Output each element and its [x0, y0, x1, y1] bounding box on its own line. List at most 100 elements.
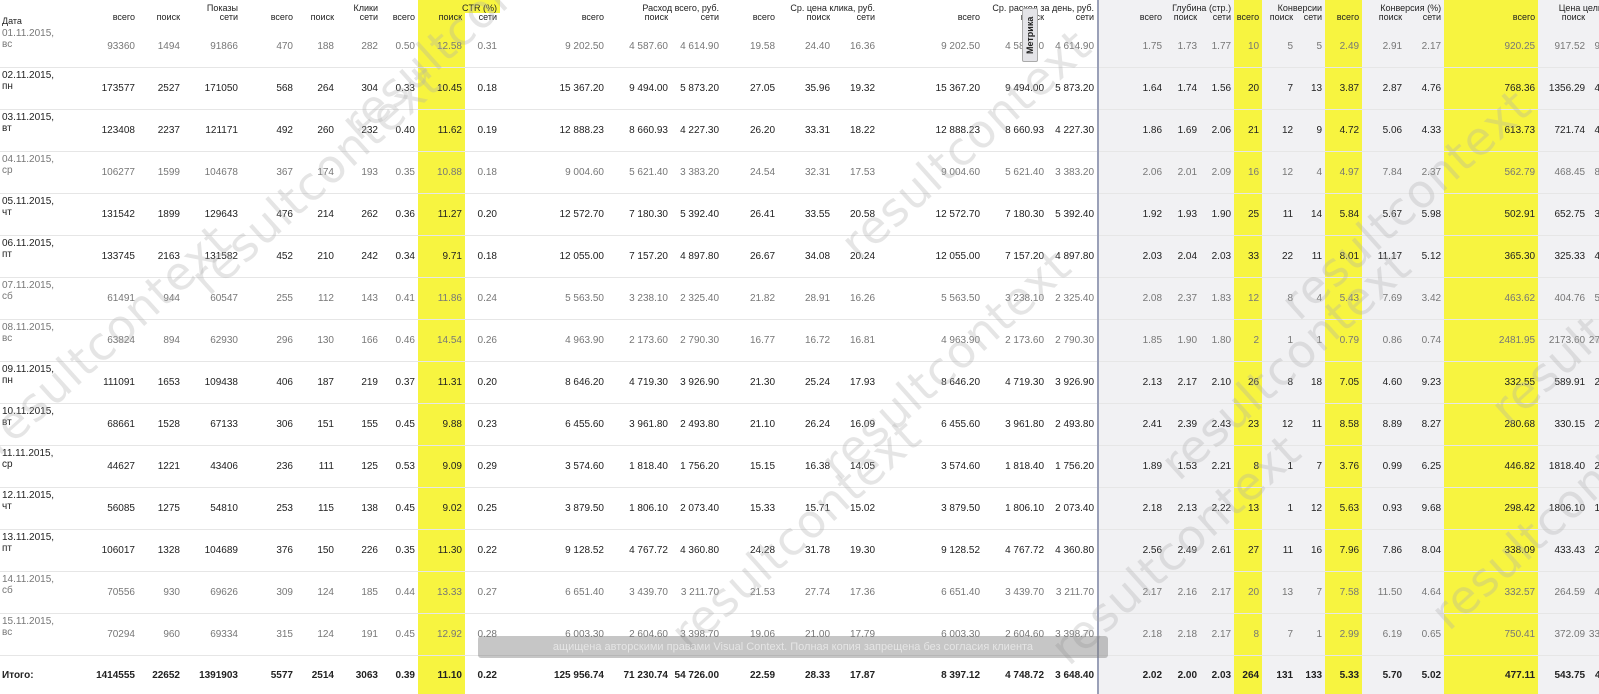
daily-spend-search-cell: 7 157.20	[983, 236, 1047, 278]
cpc-header[interactable]: Ср. цена клика, руб.	[722, 0, 878, 13]
ctr-search-cell: 13.33	[418, 572, 465, 614]
sub-header-total[interactable]: всего	[1234, 13, 1262, 26]
clicks-header[interactable]: Клики	[337, 0, 381, 13]
sub-header-total[interactable]: всего	[60, 13, 138, 26]
ctr-total-cell: 0.45	[381, 614, 418, 656]
daily-spend-networks-cell: 5 392.40	[1047, 194, 1098, 236]
cpc-networks-cell: 17.36	[833, 572, 878, 614]
sub-header-total[interactable]: всего	[878, 13, 983, 26]
sub-header-total[interactable]: всего	[1325, 13, 1362, 26]
sub-header-networks[interactable]: сети	[671, 13, 722, 26]
date-value: 10.11.2015,	[2, 406, 54, 417]
sub-header-networks[interactable]: сети	[183, 13, 241, 26]
daily-spend-header[interactable]: Ср. расход за день, руб.	[878, 0, 1098, 13]
depth-search-cell: 2.37	[1165, 278, 1200, 320]
cpc-total-cell: 16.77	[722, 320, 778, 362]
clicks-networks-cell: 191	[337, 614, 381, 656]
conversions-networks-cell: 7	[1296, 446, 1325, 488]
depth-total-cell: 1.85	[1098, 320, 1165, 362]
spend-networks-cell: 1 756.20	[671, 446, 722, 488]
sub-header-search[interactable]: поиск	[418, 13, 465, 26]
sub-header-search[interactable]: поиск	[296, 13, 337, 26]
cpc-networks-cell: 16.26	[833, 278, 878, 320]
date-value: 13.11.2015,	[2, 532, 54, 543]
cpc-total-cell: 22.59	[722, 656, 778, 694]
conversion-rate-networks-cell: 5.02	[1405, 656, 1444, 694]
depth-header[interactable]: Глубина (стр.)	[1098, 0, 1234, 13]
ctr-header[interactable]: CTR (%)	[418, 0, 500, 13]
sub-header-networks[interactable]: сети	[1405, 13, 1444, 26]
stats-table-body: 01.11.2015,вс933601494918664701882820.50…	[0, 26, 1599, 694]
clicks-total-cell: 253	[241, 488, 296, 530]
date-value: 15.11.2015,	[2, 616, 54, 627]
sub-header-networks[interactable]: сети	[1588, 13, 1599, 26]
daily-spend-total-cell: 4 963.90	[878, 320, 983, 362]
spend-total-cell: 3 574.60	[500, 446, 607, 488]
date-value: 11.11.2015,	[2, 448, 53, 459]
weekday-value: ср	[2, 165, 13, 176]
spend-networks-cell: 54 726.00	[671, 656, 722, 694]
conversions-networks-cell: 4	[1296, 278, 1325, 320]
spend-search-cell: 3 238.10	[607, 278, 671, 320]
ctr-search-cell: 12.92	[418, 614, 465, 656]
shows-total-cell: 93360	[60, 26, 138, 68]
sub-header-total[interactable]: всего	[241, 13, 296, 26]
clicks-search-cell: 174	[296, 152, 337, 194]
sub-header-search[interactable]: поиск	[1165, 13, 1200, 26]
sub-header-networks[interactable]: сети	[833, 13, 878, 26]
metrika-tab[interactable]: Метрика	[1022, 8, 1038, 62]
conversion-rate-networks-cell: 5.98	[1405, 194, 1444, 236]
conversions-header[interactable]: Конверсии	[1262, 0, 1325, 13]
sub-header-networks[interactable]: сети	[1047, 13, 1098, 26]
daily-spend-search-cell: 2 173.60	[983, 320, 1047, 362]
sub-header-search[interactable]: поиск	[778, 13, 833, 26]
sub-header-total[interactable]: всего	[500, 13, 607, 26]
goal-price-total-cell: 562.79	[1444, 152, 1538, 194]
spend-networks-cell: 3 211.70	[671, 572, 722, 614]
sub-header-total[interactable]: всего	[722, 13, 778, 26]
goal-price-networks-cell: 411.47	[1588, 656, 1599, 694]
daily-spend-search-cell: 8 660.93	[983, 110, 1047, 152]
sub-header-search[interactable]: поиск	[1362, 13, 1405, 26]
clicks-total-cell: 367	[241, 152, 296, 194]
weekday-value: вт	[2, 123, 12, 134]
sub-header-networks[interactable]: сети	[337, 13, 381, 26]
clicks-networks-cell: 262	[337, 194, 381, 236]
spend-header[interactable]: Расход всего, руб.	[607, 0, 722, 13]
sub-header-total[interactable]: всего	[1098, 13, 1165, 26]
sub-header-search[interactable]: поиск	[1538, 13, 1588, 26]
spend-networks-cell: 4 614.90	[671, 26, 722, 68]
daily-spend-total-cell: 6 455.60	[878, 404, 983, 446]
date-value: 04.11.2015,	[2, 154, 54, 165]
sub-header-search[interactable]: поиск	[138, 13, 183, 26]
conversions-networks-cell: 12	[1296, 488, 1325, 530]
clicks-search-cell: 264	[296, 68, 337, 110]
date-value: 14.11.2015,	[2, 574, 54, 585]
sub-header-networks[interactable]: сети	[1296, 13, 1325, 26]
clicks-total-cell: 470	[241, 26, 296, 68]
shows-total-cell: 131542	[60, 194, 138, 236]
sub-header-networks[interactable]: сети	[1200, 13, 1234, 26]
clicks-total-cell: 306	[241, 404, 296, 446]
sub-header-total[interactable]: всего	[381, 13, 418, 26]
goal-price-header[interactable]: Цена цели, руб.	[1538, 0, 1599, 13]
sub-header-search[interactable]: поиск	[1262, 13, 1296, 26]
conversion-rate-search-cell: 7.86	[1362, 530, 1405, 572]
clicks-networks-cell: 138	[337, 488, 381, 530]
cpc-total-cell: 15.33	[722, 488, 778, 530]
sub-header-total[interactable]: всего	[1444, 13, 1538, 26]
cpc-networks-cell: 20.24	[833, 236, 878, 278]
conversion-rate-header[interactable]: Конверсия (%)	[1362, 0, 1444, 13]
shows-total-cell: 106017	[60, 530, 138, 572]
daily-spend-search-cell: 7 180.30	[983, 194, 1047, 236]
sub-header-search[interactable]: поиск	[607, 13, 671, 26]
cpc-total-cell: 19.58	[722, 26, 778, 68]
spend-search-cell: 4 767.72	[607, 530, 671, 572]
daily-spend-search-cell: 9 494.00	[983, 68, 1047, 110]
sub-header-networks[interactable]: сети	[465, 13, 500, 26]
shows-header[interactable]: Показы	[183, 0, 241, 13]
shows-search-cell: 1221	[138, 446, 183, 488]
ctr-search-cell: 14.54	[418, 320, 465, 362]
ctr-total-cell: 0.37	[381, 362, 418, 404]
date-column-header[interactable]: Дата	[0, 0, 60, 26]
